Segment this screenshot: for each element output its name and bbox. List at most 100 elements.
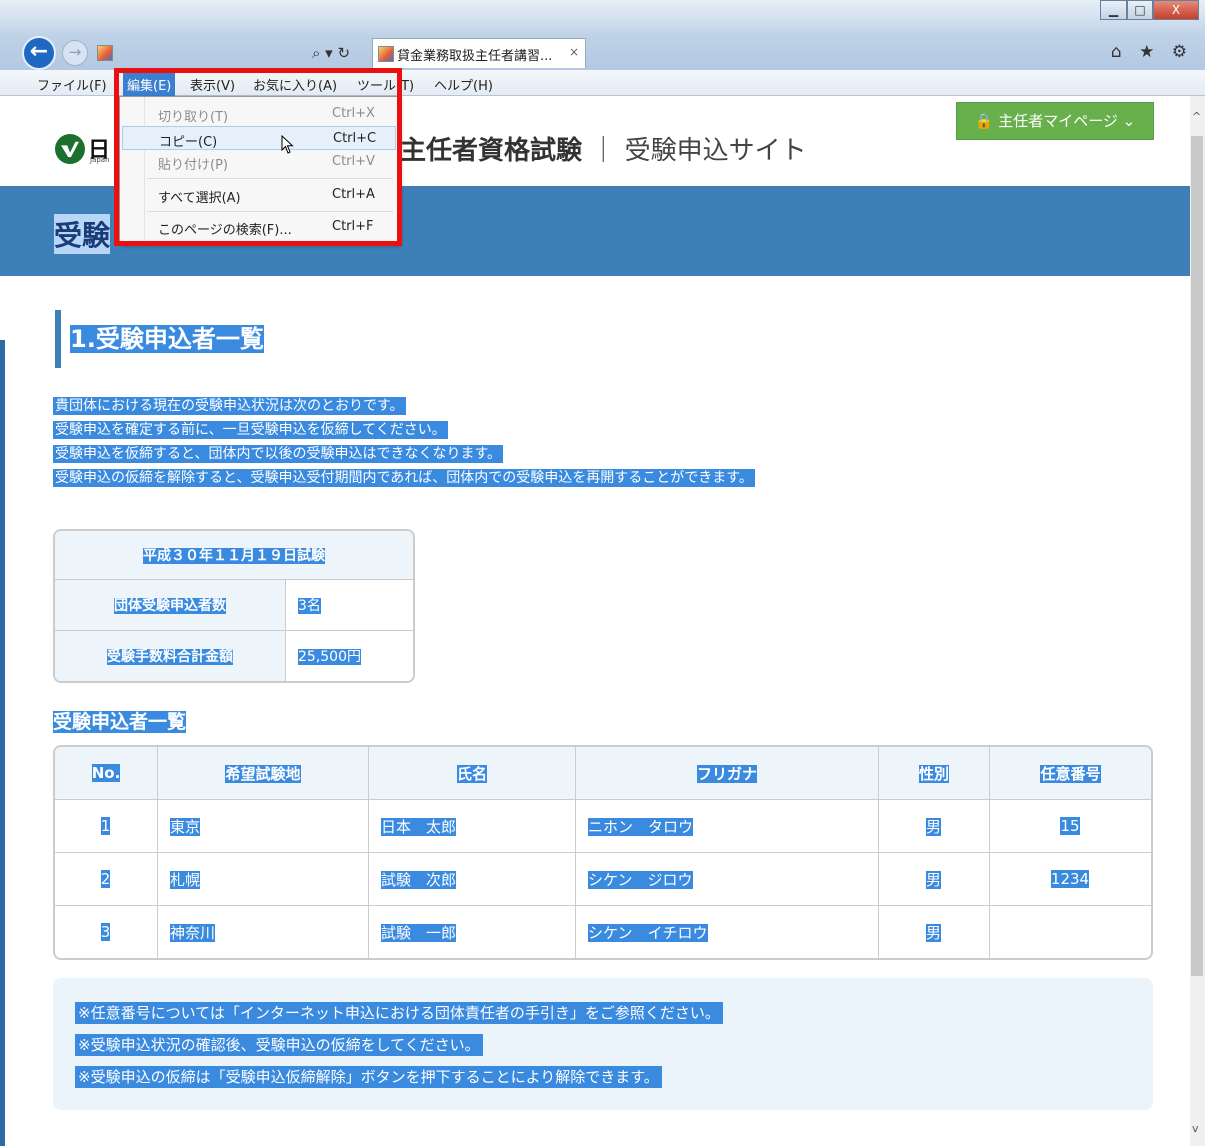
cell xyxy=(990,905,1151,958)
desc-line-2: 受験申込を確定する前に、一旦受験申込を仮締してください。 xyxy=(53,421,448,439)
find-shortcut: Ctrl+F xyxy=(332,219,374,234)
desc-line-3: 受験申込を仮締すると、団体内で以後の受験申込はできなくなります。 xyxy=(53,445,504,463)
menu-item-find[interactable]: このページの検索(F)... Ctrl+F xyxy=(122,215,396,239)
summary-value: 3名 xyxy=(286,579,413,630)
menu-item-copy[interactable]: コピー(C) Ctrl+C xyxy=(122,126,396,150)
note-1: ※任意番号については「インターネット申込における団体責任者の手引き」をご参照くだ… xyxy=(75,1002,723,1024)
table-row: 2 札幌 試験 次郎 シケン ジロウ 男 1234 xyxy=(55,852,1151,905)
close-window-button[interactable]: X xyxy=(1153,0,1199,20)
cell-text: 3 xyxy=(100,923,111,941)
banner-title: 受験 xyxy=(54,214,111,254)
table-header-row: No. 希望試験地 氏名 フリガナ 性別 任意番号 xyxy=(55,747,1151,799)
col-header: フリガナ xyxy=(576,747,879,799)
cell: 札幌 xyxy=(158,852,369,905)
menu-view[interactable]: 表示(V) xyxy=(190,75,235,94)
cell: 神奈川 xyxy=(158,905,369,958)
cell-text: シケン ジロウ xyxy=(588,870,693,889)
browser-tab[interactable]: 貸金業務取扱主任者講習... × xyxy=(372,38,586,68)
menu-item-paste[interactable]: 貼り付け(P) Ctrl+V xyxy=(122,150,396,174)
cell: 男 xyxy=(879,852,990,905)
back-button[interactable]: ← xyxy=(22,36,56,70)
section-heading: 1.受験申込者一覧 xyxy=(55,310,264,368)
cell: 試験 一郎 xyxy=(369,905,576,958)
menu-edit[interactable]: 編集(E) xyxy=(123,73,176,96)
col-name: 氏名 xyxy=(456,764,487,783)
menu-tools[interactable]: ツール(T) xyxy=(357,75,414,94)
list-title-text: 受験申込者一覧 xyxy=(53,711,187,733)
title-bar-glass xyxy=(0,0,1205,36)
scrollbar-thumb[interactable] xyxy=(1191,136,1203,976)
table-row: 1 東京 日本 太郎 ニホン タロウ 男 15 xyxy=(55,799,1151,852)
col-header: 希望試験地 xyxy=(158,747,369,799)
note-2: ※受験申込状況の確認後、受験申込の仮締をしてください。 xyxy=(75,1034,483,1056)
cell-text: 1 xyxy=(100,817,111,835)
cell-text: 男 xyxy=(925,817,941,836)
tab-close-icon[interactable]: × xyxy=(569,45,579,59)
summary-value: 25,500円 xyxy=(286,630,413,681)
copy-shortcut: Ctrl+C xyxy=(333,131,377,146)
col-furigana: フリガナ xyxy=(696,764,757,783)
search-refresh-icons[interactable]: ⌕ ▾ ↻ xyxy=(312,44,350,62)
menu-separator xyxy=(147,178,393,179)
maximize-button[interactable]: □ xyxy=(1127,0,1153,20)
menu-item-cut[interactable]: 切り取り(T) Ctrl+X xyxy=(122,102,396,126)
select-all-shortcut: Ctrl+A xyxy=(332,187,375,202)
site-title-sub: 受験申込サイト xyxy=(624,136,807,166)
cell: 東京 xyxy=(158,799,369,852)
menu-item-select-all[interactable]: すべて選択(A) Ctrl+A xyxy=(122,183,396,207)
col-header: 任意番号 xyxy=(990,747,1151,799)
list-title: 受験申込者一覧 xyxy=(53,707,187,734)
forward-arrow-icon: → xyxy=(68,43,82,61)
menu-help[interactable]: ヘルプ(H) xyxy=(434,75,493,94)
menu-file[interactable]: ファイル(F) xyxy=(37,75,107,94)
col-header: 性別 xyxy=(879,747,990,799)
applicants-value: 3名 xyxy=(298,598,321,614)
cell: 2 xyxy=(55,852,158,905)
mypage-label: 主任者マイページ ⌄ xyxy=(998,112,1136,130)
tab-favicon-icon xyxy=(378,46,394,62)
paste-shortcut: Ctrl+V xyxy=(332,154,375,169)
col-no: No. xyxy=(91,764,121,782)
cell: 日本 太郎 xyxy=(369,799,576,852)
summary-label: 受験手数料合計金額 xyxy=(55,630,286,681)
window-controls: ▁ □ X xyxy=(1100,0,1199,22)
logo-subtext: Japan xyxy=(90,156,110,164)
scroll-down-icon[interactable]: v xyxy=(1192,1122,1199,1135)
cell-text: 神奈川 xyxy=(170,923,216,942)
cell: 1 xyxy=(55,799,158,852)
cell: 男 xyxy=(879,905,990,958)
address-favicon-icon xyxy=(97,45,113,61)
exam-date: 平成３０年１１月１９日試験 xyxy=(143,548,325,564)
mypage-button[interactable]: 🔒 主任者マイページ ⌄ xyxy=(956,102,1154,140)
cell-text: 2 xyxy=(100,870,111,888)
cell: 1234 xyxy=(990,852,1151,905)
note-3: ※受験申込の仮締は「受験申込仮締解除」ボタンを押下することにより解除できます。 xyxy=(75,1066,662,1088)
menu-bar: ファイル(F) 編集(E) 表示(V) お気に入り(A) ツール(T) ヘルプ(… xyxy=(0,70,1205,96)
notes-box: ※任意番号については「インターネット申込における団体責任者の手引き」をご参照くだ… xyxy=(53,978,1153,1110)
site-title-separator: ｜ xyxy=(590,136,617,166)
forward-button[interactable]: → xyxy=(62,40,88,66)
vertical-scrollbar[interactable]: ^ v xyxy=(1190,96,1205,1146)
site-title-main: 主任者資格試験 xyxy=(400,136,583,166)
cell-text: 東京 xyxy=(170,817,201,836)
applicants-label: 団体受験申込者数 xyxy=(114,598,226,614)
section-heading-text: 1.受験申込者一覧 xyxy=(70,325,264,353)
cell: ニホン タロウ xyxy=(576,799,879,852)
minimize-button[interactable]: ▁ xyxy=(1100,0,1127,20)
edit-dropdown-menu: 切り取り(T) Ctrl+X コピー(C) Ctrl+C 貼り付け(P) Ctr… xyxy=(119,96,399,244)
table-row: 3 神奈川 試験 一郎 シケン イチロウ 男 xyxy=(55,905,1151,958)
menu-favorites[interactable]: お気に入り(A) xyxy=(253,75,337,94)
cell: シケン イチロウ xyxy=(576,905,879,958)
cell: 男 xyxy=(879,799,990,852)
home-favorites-settings-icons[interactable]: ⌂ ★ ⚙ xyxy=(1111,42,1193,62)
cell-text: 札幌 xyxy=(170,870,201,889)
scroll-up-icon[interactable]: ^ xyxy=(1192,110,1201,123)
paste-label: 貼り付け(P) xyxy=(158,158,228,173)
tab-title: 貸金業務取扱主任者講習... xyxy=(397,49,553,64)
cell: シケン ジロウ xyxy=(576,852,879,905)
cell: 15 xyxy=(990,799,1151,852)
col-gender: 性別 xyxy=(918,764,949,783)
desc-line-4: 受験申込の仮締を解除すると、受験申込受付期間内であれば、団体内での受験申込を再開… xyxy=(53,469,755,487)
menu-separator xyxy=(147,211,393,212)
browser-title-bar: ▁ □ X ← → ⌕ ▾ ↻ 貸金業務取扱主任者講習... × ⌂ ★ ⚙ xyxy=(0,0,1205,70)
